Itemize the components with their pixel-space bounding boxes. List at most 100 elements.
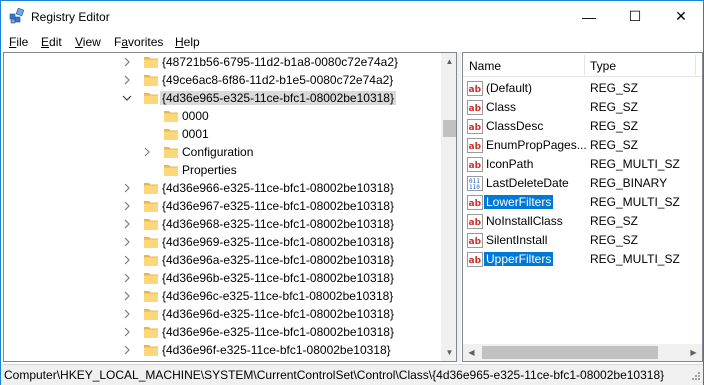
tree-node-label: {49ce6ac8-6f86-11d2-b1e5-0080c72e74a2} [162, 73, 394, 87]
value-name: UpperFilters [484, 252, 554, 266]
tree-node[interactable]: {4d36e967-e325-11ce-bfc1-08002be10318} [4, 197, 441, 215]
menu-favorites-rest: vorites [128, 35, 164, 49]
chevron-right-icon[interactable] [122, 75, 132, 85]
close-button[interactable]: ✕ [658, 1, 704, 32]
svg-text:ab: ab [469, 237, 482, 247]
tree-node[interactable]: {4d36e968-e325-11ce-bfc1-08002be10318} [4, 215, 441, 233]
chevron-right-icon[interactable] [122, 201, 132, 211]
column-header-name[interactable]: Name [469, 59, 501, 73]
tree-scroll-thumb[interactable] [443, 120, 456, 137]
menu-edit-mnemonic: E [41, 35, 50, 49]
tree-node[interactable]: {4d36e96c-e325-11ce-bfc1-08002be10318} [4, 287, 441, 305]
scroll-up-arrow-icon[interactable]: ▲ [441, 53, 456, 70]
menu-view[interactable]: View [75, 35, 101, 49]
menu-file[interactable]: File [9, 35, 28, 49]
title-bar[interactable]: Registry Editor — ☐ ✕ [1, 1, 703, 32]
chevron-right-icon[interactable] [122, 327, 132, 337]
tree-vertical-scrollbar[interactable]: ▲ ▼ [441, 53, 456, 361]
chevron-right-icon[interactable] [122, 291, 132, 301]
tree-node[interactable]: 0001 [4, 125, 441, 143]
value-row[interactable]: ab ClassDesc REG_SZ [463, 117, 702, 136]
column-divider[interactable] [584, 55, 585, 75]
tree-node[interactable]: {4d36e966-e325-11ce-bfc1-08002be10318} [4, 179, 441, 197]
chevron-right-icon[interactable] [142, 147, 152, 157]
values-list-pane[interactable]: Name Type ab (Default) REG_SZ ab Class REG_SZ… [462, 52, 703, 362]
value-row[interactable]: ab IconPath REG_MULTI_SZ [463, 155, 702, 174]
tree-node[interactable]: {4d36e965-e325-11ce-bfc1-08002be10318} [4, 89, 441, 107]
folder-icon [144, 219, 158, 230]
chevron-right-icon[interactable] [122, 219, 132, 229]
values-scroll-thumb[interactable] [482, 346, 658, 359]
scroll-right-arrow-icon[interactable]: ▶ [685, 344, 702, 361]
chevron-right-icon[interactable] [122, 237, 132, 247]
value-name: Class [486, 100, 517, 114]
folder-icon [144, 75, 158, 86]
chevron-down-icon[interactable] [122, 93, 132, 103]
menu-favorites[interactable]: Favorites [114, 35, 163, 49]
chevron-right-icon[interactable] [122, 309, 132, 319]
menu-view-rest: iew [82, 35, 101, 49]
string-value-icon: ab [467, 81, 483, 96]
value-type: REG_SZ [590, 81, 639, 95]
binary-value-icon: 011110 [467, 176, 483, 191]
tree-node-label: 0001 [182, 127, 209, 141]
tree-node-label: {4d36e96b-e325-11ce-bfc1-08002be10318} [162, 271, 394, 285]
svg-text:ab: ab [469, 256, 482, 266]
tree-node[interactable]: {48721b56-6795-11d2-b1a8-0080c72e74a2} [4, 53, 441, 71]
value-name: SilentInstall [486, 233, 548, 247]
pane-splitter[interactable] [457, 52, 461, 362]
tree-node-label: {4d36e96e-e325-11ce-bfc1-08002be10318} [162, 325, 394, 339]
value-name: (Default) [486, 81, 533, 95]
chevron-right-icon[interactable] [122, 183, 132, 193]
chevron-right-icon[interactable] [122, 273, 132, 283]
values-horizontal-scrollbar[interactable]: ◀ ▶ [463, 344, 702, 361]
value-row[interactable]: ab Class REG_SZ [463, 98, 702, 117]
folder-icon [144, 93, 158, 104]
menu-help-rest: elp [183, 35, 200, 49]
tree-node[interactable]: {4d36e96b-e325-11ce-bfc1-08002be10318} [4, 269, 441, 287]
chevron-right-icon[interactable] [122, 255, 132, 265]
registry-editor-window: Registry Editor — ☐ ✕ File Edit View Fav… [0, 0, 704, 385]
chevron-right-icon[interactable] [122, 57, 132, 67]
value-type: REG_SZ [590, 138, 639, 152]
tree-node[interactable]: {49ce6ac8-6f86-11d2-b1e5-0080c72e74a2} [4, 71, 441, 89]
value-type: REG_MULTI_SZ [590, 157, 680, 171]
scroll-down-arrow-icon[interactable]: ▼ [441, 344, 456, 361]
tree-node[interactable]: {4d36e969-e325-11ce-bfc1-08002be10318} [4, 233, 441, 251]
tree-node-label: {4d36e96d-e325-11ce-bfc1-08002be10318} [162, 307, 394, 321]
tree-node[interactable]: 0000 [4, 107, 441, 125]
tree-node-label: {4d36e96a-e325-11ce-bfc1-08002be10318} [162, 253, 394, 267]
value-row[interactable]: ab EnumPropPages... REG_SZ [463, 136, 702, 155]
menu-help[interactable]: Help [175, 35, 200, 49]
tree-node[interactable]: {4d36e96d-e325-11ce-bfc1-08002be10318} [4, 305, 441, 323]
minimize-icon: — [582, 8, 596, 25]
tree-node[interactable]: {4d36e96e-e325-11ce-bfc1-08002be10318} [4, 323, 441, 341]
menu-edit[interactable]: Edit [41, 35, 62, 49]
folder-icon [144, 309, 158, 320]
window-title: Registry Editor [31, 10, 110, 24]
value-type: REG_BINARY [590, 176, 668, 190]
tree-node-label: {4d36e967-e325-11ce-bfc1-08002be10318} [162, 199, 394, 213]
resize-grip-icon[interactable] [689, 371, 701, 383]
value-name: EnumPropPages... [486, 138, 587, 152]
tree-node[interactable]: {4d36e96a-e325-11ce-bfc1-08002be10318} [4, 251, 441, 269]
value-row[interactable]: ab UpperFilters REG_MULTI_SZ [463, 250, 702, 269]
tree-node-label: 0000 [182, 109, 209, 123]
tree-node[interactable]: Properties [4, 161, 441, 179]
value-row[interactable]: ab LowerFilters REG_MULTI_SZ [463, 193, 702, 212]
value-row[interactable]: ab NoInstallClass REG_SZ [463, 212, 702, 231]
column-divider[interactable] [695, 55, 696, 75]
tree-node[interactable]: Configuration [4, 143, 441, 161]
chevron-right-icon[interactable] [122, 345, 132, 355]
column-header-type[interactable]: Type [590, 59, 616, 73]
value-row[interactable]: ab (Default) REG_SZ [463, 79, 702, 98]
tree-node[interactable]: {4d36e96f-e325-11ce-bfc1-08002be10318} [4, 341, 441, 359]
value-row[interactable]: ab SilentInstall REG_SZ [463, 231, 702, 250]
key-tree-pane[interactable]: {48721b56-6795-11d2-b1a8-0080c72e74a2} {4… [3, 52, 457, 362]
minimize-button[interactable]: — [566, 1, 612, 32]
maximize-button[interactable]: ☐ [612, 1, 658, 32]
value-row[interactable]: 011 110 LastDeleteDate REG_BINARY [463, 174, 702, 193]
scroll-left-arrow-icon[interactable]: ◀ [463, 344, 480, 361]
menu-file-rest: ile [16, 35, 29, 49]
registry-editor-app-icon [9, 8, 25, 24]
